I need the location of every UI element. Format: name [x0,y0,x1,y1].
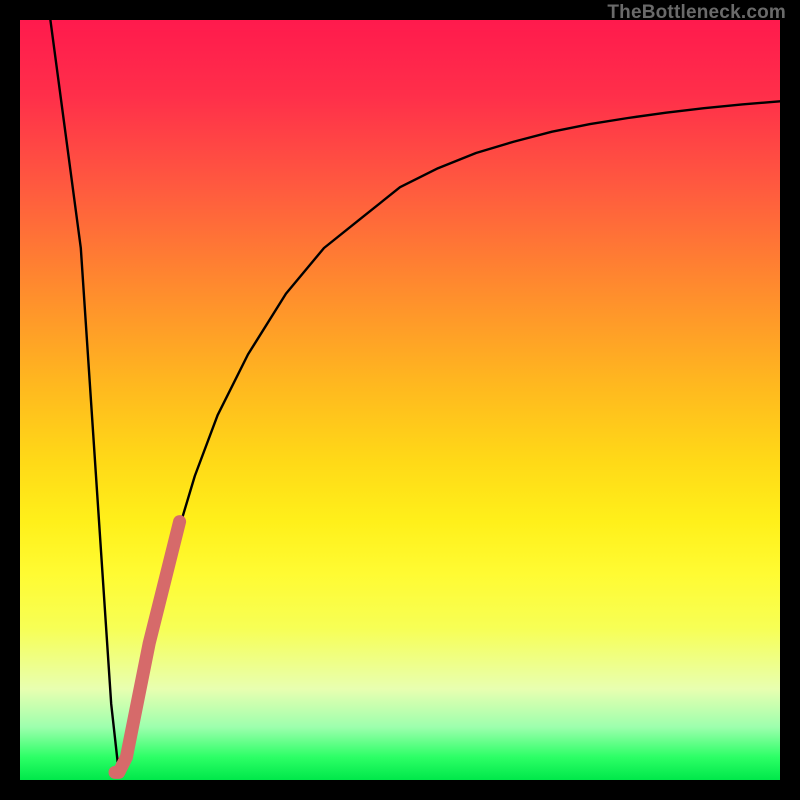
chart-overlay [20,20,780,780]
optimal-marker [115,522,180,773]
chart-frame: TheBottleneck.com [0,0,800,800]
watermark-text: TheBottleneck.com [607,2,786,24]
bottleneck-curve [50,20,780,772]
